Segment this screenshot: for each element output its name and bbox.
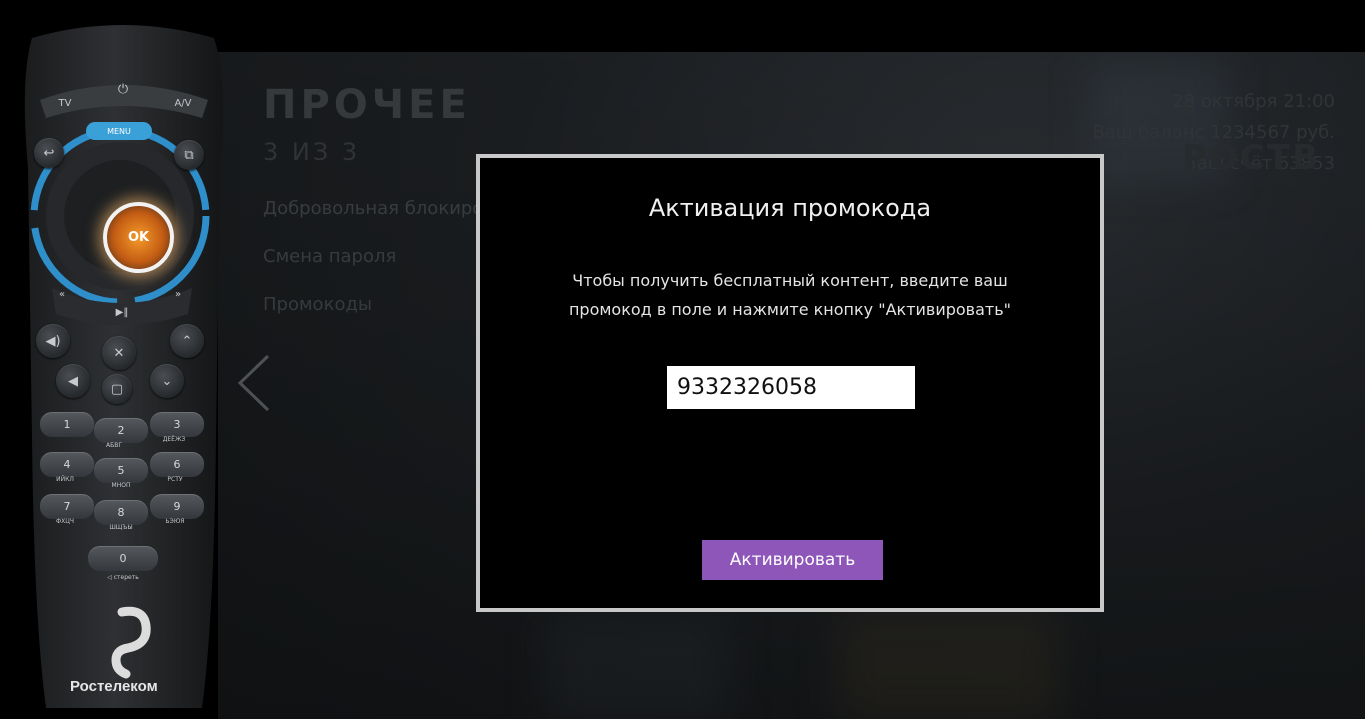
provider-logo: РОСТВ (1182, 138, 1320, 178)
promo-code-input[interactable] (667, 366, 915, 409)
dialog-message: Чтобы получить бесплатный контент, введи… (520, 266, 1060, 324)
chevron-left-icon[interactable] (234, 352, 274, 414)
balance: Ваш баланс 1234567 руб. (1092, 122, 1335, 143)
input-button[interactable]: ▢ (102, 374, 132, 404)
ok-button[interactable]: OK (103, 202, 174, 273)
volume-down-button[interactable]: ◀ (56, 364, 90, 398)
rewind-button[interactable]: « (52, 286, 72, 302)
tv-button[interactable]: TV (50, 94, 80, 112)
exit-button[interactable]: ⧉ (174, 140, 204, 170)
forward-button[interactable]: » (168, 286, 188, 302)
account-number: Ваш счёт 63853 (1184, 153, 1335, 174)
mute-button[interactable]: ✕ (102, 336, 136, 370)
power-button[interactable]: ⏻ (108, 80, 138, 98)
section-title: ПРОЧЕЕ (263, 82, 471, 128)
status-info: 28 октября 21:00 Ваш баланс 1234567 руб.… (1093, 86, 1335, 179)
remote-control: TV ⏻ A/V MENU ↩ ⧉ OK « ▶‖ » ◀) ✕ ⌃ ◀ ▢ ⌄… (22, 18, 226, 718)
key-1[interactable]: 1 (40, 412, 94, 437)
key-3-letters: ДЕЁЖЗ (162, 435, 186, 443)
dialog-title: Активация промокода (648, 194, 932, 222)
key-6-letters: РСТУ (167, 475, 183, 483)
key-5-letters: МНОП (111, 481, 131, 489)
key-0[interactable]: 0 (88, 546, 158, 571)
menu-button[interactable]: MENU (86, 122, 152, 140)
dialog-message-line-2: промокод в поле и нажмите кнопку "Активи… (568, 300, 1012, 319)
datetime: 28 октября 21:00 (1172, 91, 1335, 112)
av-button[interactable]: A/V (168, 94, 198, 112)
channel-down-button[interactable]: ⌄ (150, 364, 184, 398)
back-button[interactable]: ↩ (34, 138, 64, 168)
dialog-message-line-1: Чтобы получить бесплатный контент, введи… (572, 271, 1008, 290)
key-4-letters: ИЙКЛ (56, 475, 74, 483)
key-8-letters: ШЩЪЫ (109, 523, 133, 531)
key-2-letters: АБВГ (106, 441, 122, 449)
promo-dialog: Активация промокода Чтобы получить беспл… (476, 154, 1104, 612)
activate-button[interactable]: Активировать (702, 540, 883, 580)
play-pause-button[interactable]: ▶‖ (110, 304, 134, 320)
brand-name: Ростелеком (70, 678, 158, 695)
channel-up-button[interactable]: ⌃ (170, 324, 204, 358)
key-9-letters: ЬЭЮЯ (165, 517, 185, 525)
volume-up-button[interactable]: ◀) (36, 324, 70, 358)
page-indicator: 3 ИЗ 3 (263, 138, 361, 166)
key-0-caption: ◁ стереть (107, 573, 139, 581)
key-7-letters: ФХЦЧ (55, 517, 75, 525)
